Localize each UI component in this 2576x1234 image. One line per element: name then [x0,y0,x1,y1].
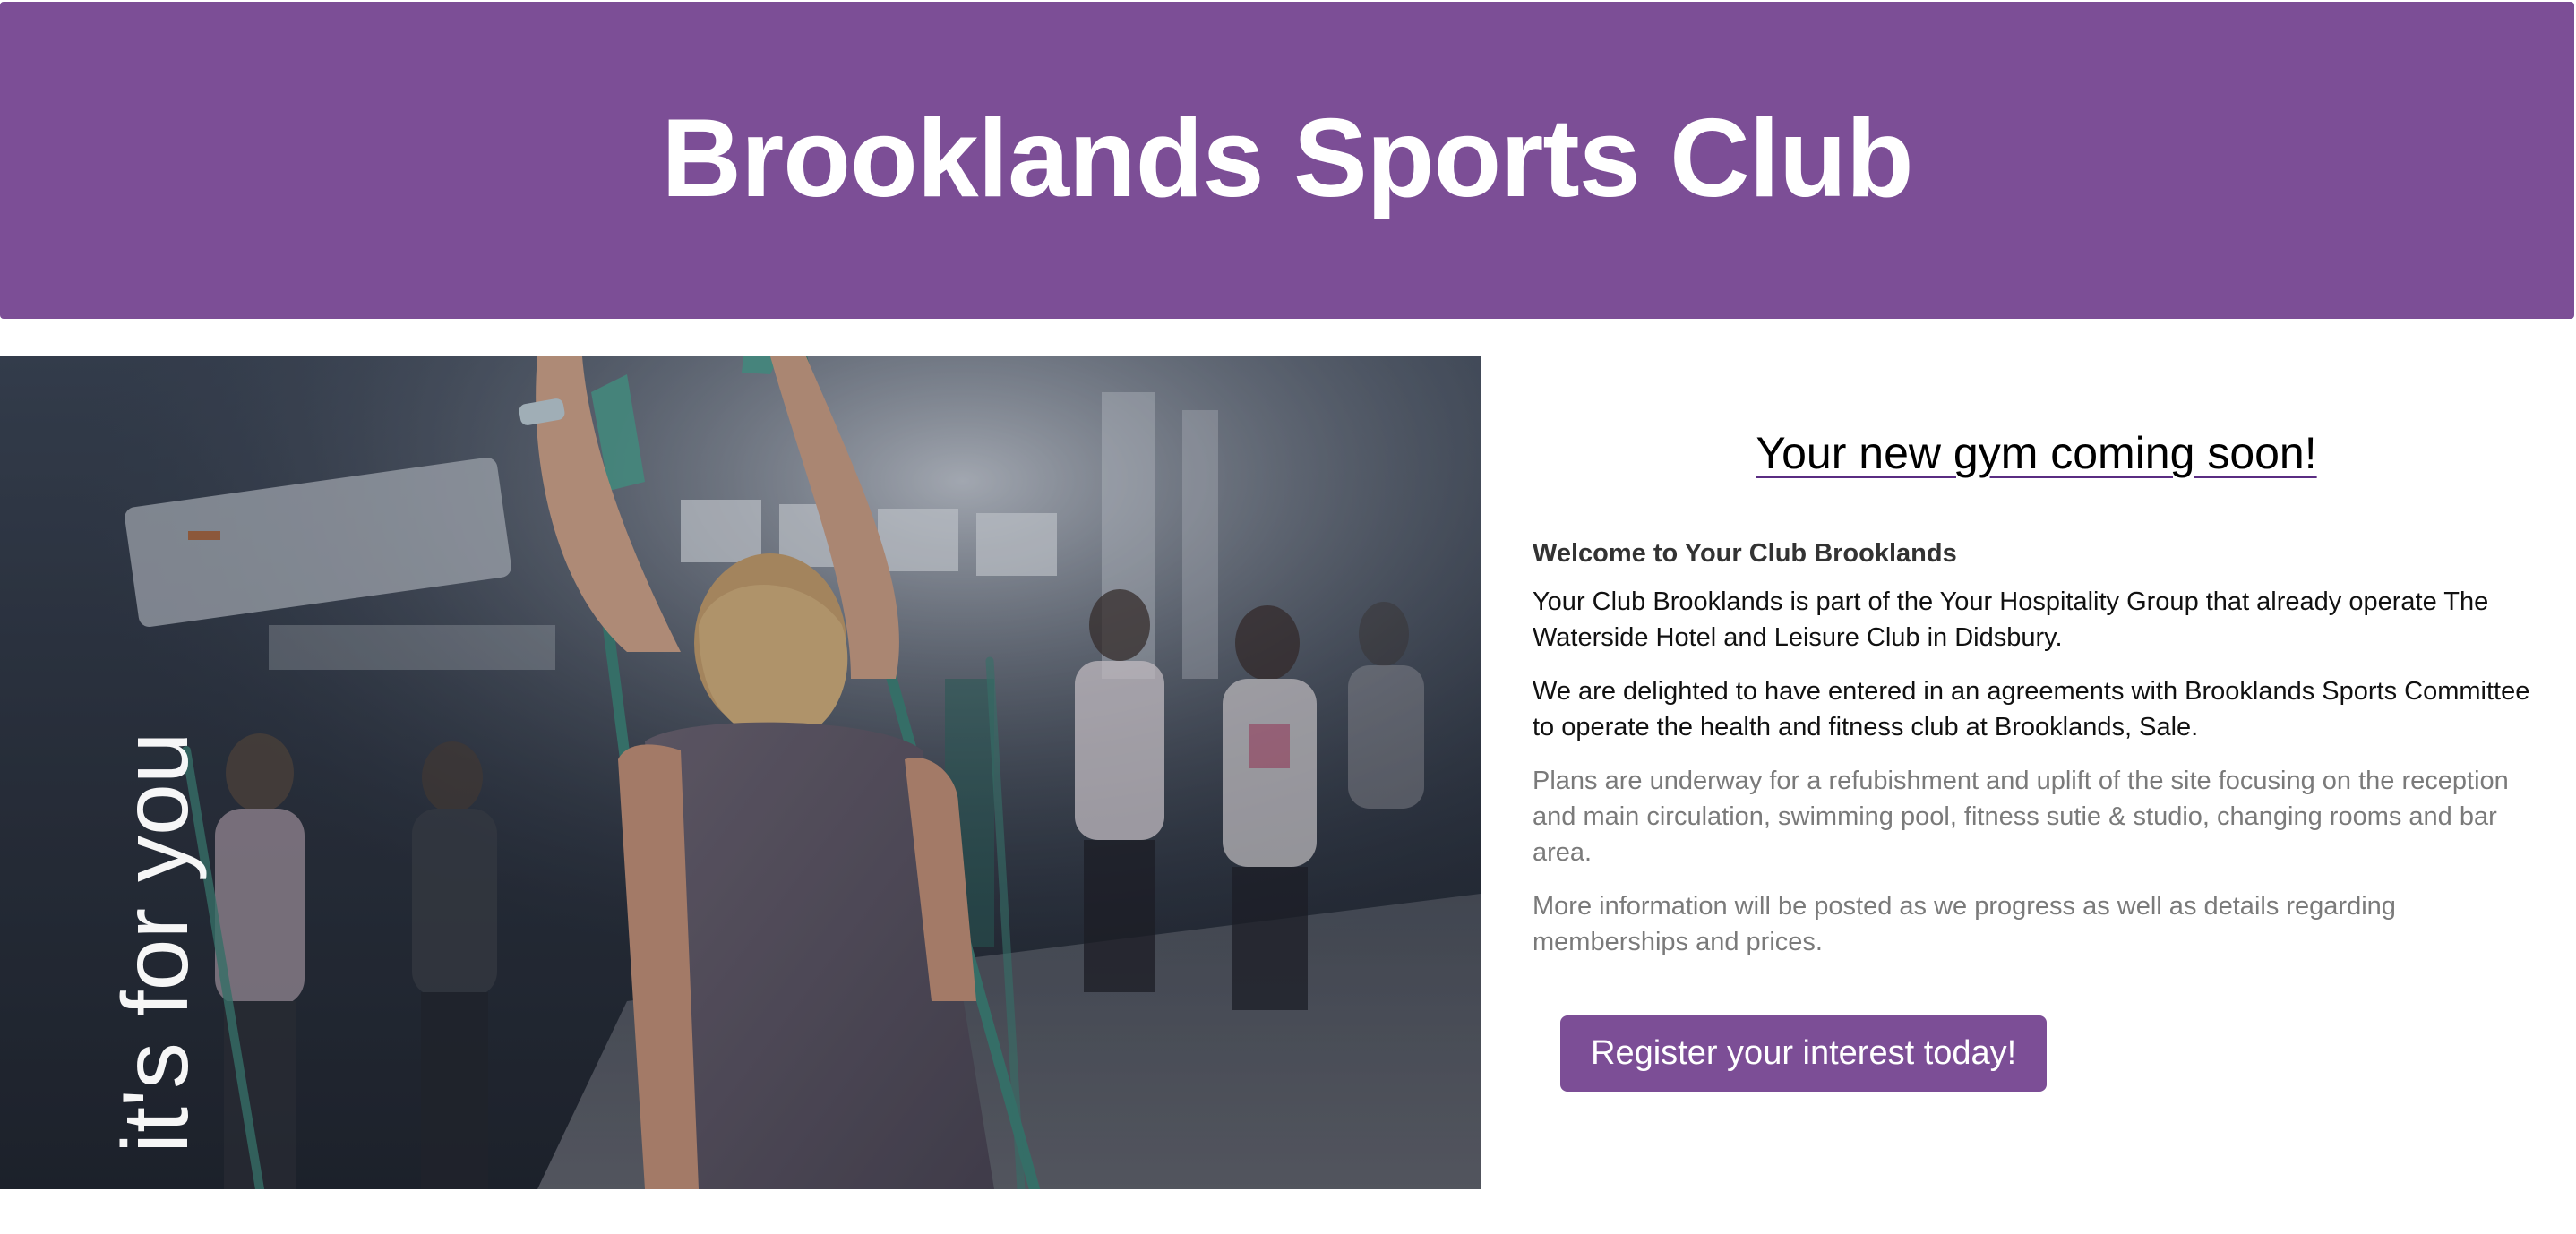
coming-soon-heading[interactable]: Your new gym coming soon! [1533,426,2540,480]
welcome-heading: Welcome to Your Club Brooklands [1533,539,1957,568]
hero-tagline: it's for you [104,732,208,1153]
intro-paragraph: Your Club Brooklands is part of the Your… [1533,587,2489,652]
more-info-paragraph: More information will be posted as we pr… [1533,891,2396,956]
register-interest-button[interactable]: Register your interest today! [1560,1015,2048,1093]
site-header: Brooklands Sports Club [0,2,2574,319]
plans-paragraph: Plans are underway for a refubishment an… [1533,766,2509,867]
site-title: Brooklands Sports Club [661,97,1913,220]
main-content: Your new gym coming soon! Welcome to You… [1533,356,2540,1093]
hero-photo [0,356,1481,1189]
hero-image: it's for you [0,356,1481,1189]
agreement-paragraph: We are delighted to have entered in an a… [1533,676,2530,741]
